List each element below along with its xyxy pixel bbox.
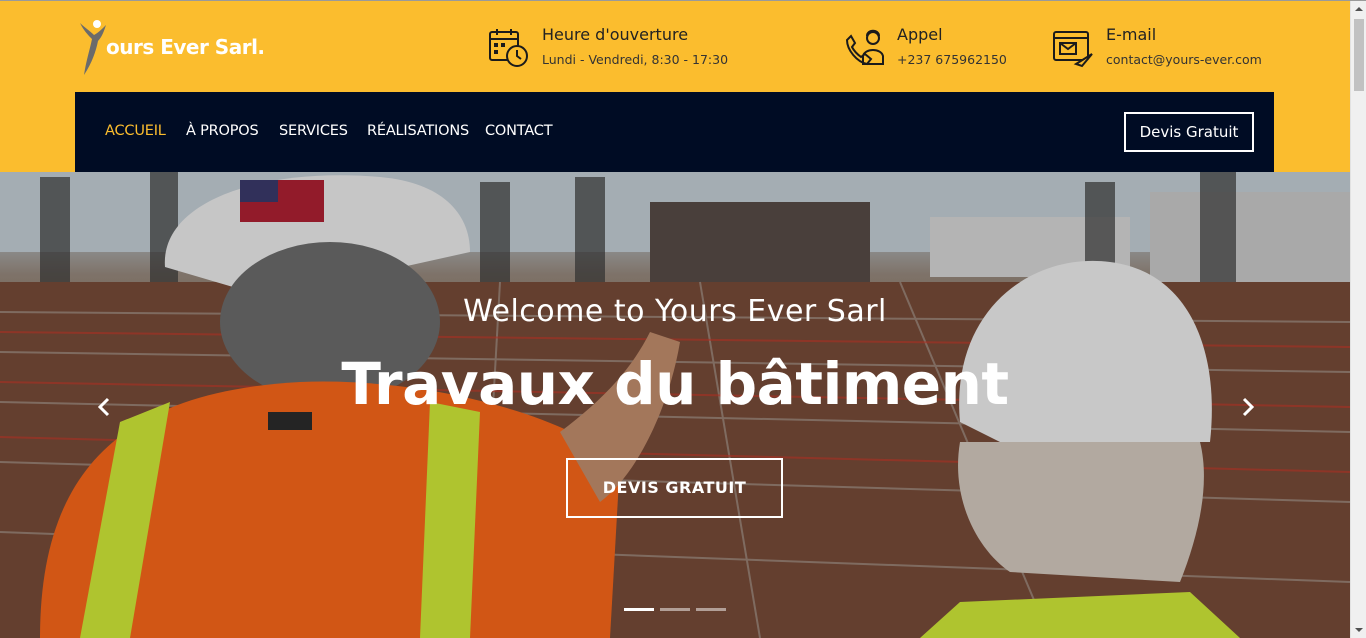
logo-text: ours Ever Sarl. [106,35,265,59]
devis-gratuit-button[interactable]: Devis Gratuit [1124,112,1254,152]
calendar-clock-icon [489,29,528,67]
hero-devis-gratuit-button[interactable]: DEVIS GRATUIT [566,458,783,518]
carousel-indicators [624,608,734,612]
email-info[interactable]: E-mail contact@yours-ever.com [1052,23,1282,73]
email-address[interactable]: contact@yours-ever.com [1106,52,1262,67]
phone-info[interactable]: Appel +237 675962150 [843,23,1013,73]
carousel-next-icon[interactable] [1236,392,1260,422]
carousel-indicator-2[interactable] [660,608,690,611]
scroll-down-icon[interactable] [1351,622,1366,638]
nav-item-realisations[interactable]: RÉALISATIONS [367,123,469,139]
phone-operator-icon [845,29,884,66]
carousel-prev-icon[interactable] [92,392,116,422]
hero-title: Travaux du bâtiment [341,350,1009,418]
logo[interactable]: ours Ever Sarl. [76,17,296,79]
main-navbar: ACCUEIL À PROPOS SERVICES RÉALISATIONS C… [75,92,1274,173]
opening-hours-title: Heure d'ouverture [542,25,689,44]
hero-subtitle: Welcome to Yours Ever Sarl [463,294,887,329]
carousel-indicator-1[interactable] [624,608,654,611]
phone-title: Appel [897,25,943,44]
scrollbar-thumb[interactable] [1354,19,1364,91]
scroll-up-icon[interactable] [1351,1,1366,17]
email-title: E-mail [1106,25,1157,44]
hero-carousel: Welcome to Yours Ever Sarl Travaux du bâ… [0,172,1350,638]
nav-item-contact[interactable]: CONTACT [485,123,553,139]
nav-item-services[interactable]: SERVICES [279,123,348,139]
email-browser-icon [1053,31,1093,68]
opening-hours-info: Heure d'ouverture Lundi - Vendredi, 8:30… [488,23,748,73]
carousel-indicator-3[interactable] [696,608,726,611]
opening-hours-detail: Lundi - Vendredi, 8:30 - 17:30 [542,52,729,67]
nav-item-a-propos[interactable]: À PROPOS [186,123,259,139]
phone-number[interactable]: +237 675962150 [897,52,1007,67]
page-scrollbar[interactable] [1350,1,1366,638]
nav-item-accueil[interactable]: ACCUEIL [105,123,166,139]
site-header: ours Ever Sarl. Heure d'ouverture Lundi … [0,1,1350,173]
